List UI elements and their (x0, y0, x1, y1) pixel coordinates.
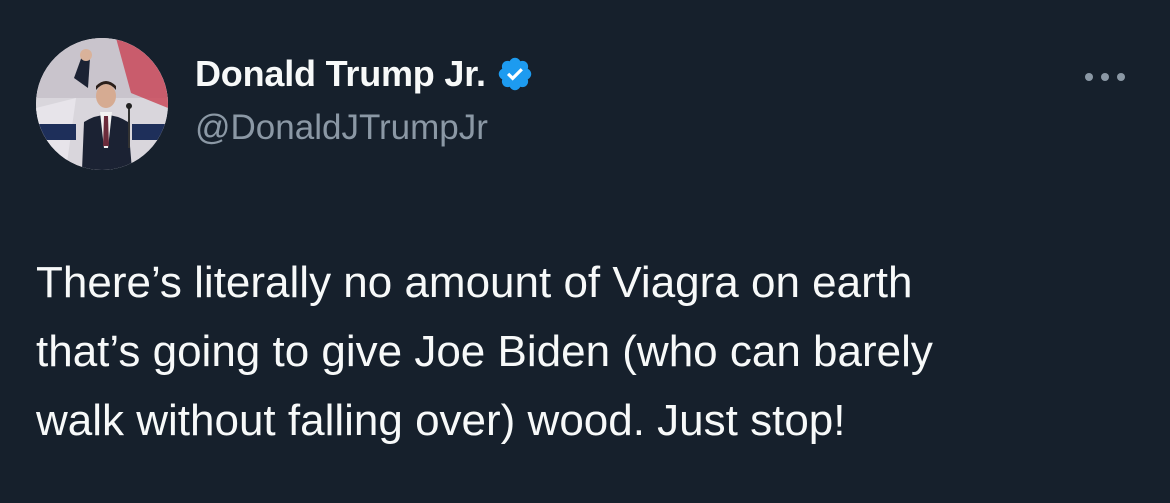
more-options-button[interactable] (1080, 62, 1130, 92)
tweet-text-line: that’s going to give Joe Biden (who can … (36, 327, 933, 376)
avatar-image (36, 38, 168, 170)
tweet-text-line: walk without falling over) wood. Just st… (36, 396, 846, 445)
author-display-name[interactable]: Donald Trump Jr. (195, 53, 486, 95)
avatar[interactable] (36, 38, 168, 170)
author-handle[interactable]: @DonaldJTrumpJr (195, 108, 488, 148)
tweet-text: There’s literally no amount of Viagra on… (36, 248, 1136, 455)
tweet-card: Donald Trump Jr. @DonaldJTrumpJr There’s… (0, 0, 1170, 503)
author-name-row: Donald Trump Jr. (195, 52, 534, 96)
more-options-icon (1085, 73, 1125, 81)
verified-badge-icon[interactable] (496, 55, 534, 93)
tweet-text-line: There’s literally no amount of Viagra on… (36, 258, 913, 307)
